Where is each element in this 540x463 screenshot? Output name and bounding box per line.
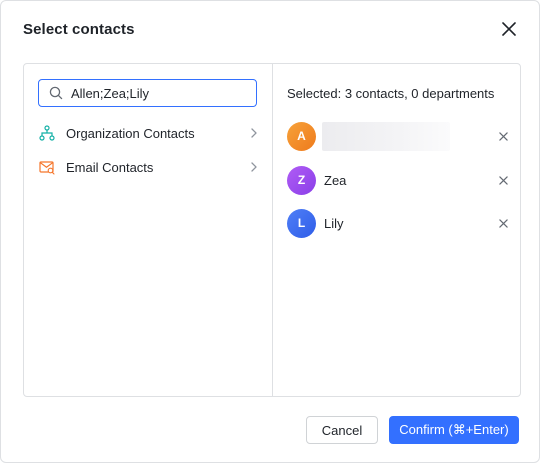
contacts-panel: Organization Contacts Email Cont bbox=[23, 63, 521, 397]
selected-summary: Selected: 3 contacts, 0 departments bbox=[287, 86, 495, 101]
redacted-contact-name bbox=[322, 121, 450, 151]
contact-name: Lily bbox=[324, 215, 344, 231]
remove-contact-button[interactable] bbox=[497, 130, 509, 142]
cancel-button[interactable]: Cancel bbox=[306, 416, 378, 444]
close-icon bbox=[498, 175, 508, 185]
remove-contact-button[interactable] bbox=[497, 217, 509, 229]
chevron-right-icon bbox=[249, 161, 259, 173]
email-contact-icon bbox=[38, 158, 56, 176]
nav-item-label: Email Contacts bbox=[66, 159, 154, 175]
close-icon bbox=[498, 131, 508, 141]
nav-item-organization-contacts[interactable]: Organization Contacts bbox=[38, 121, 259, 145]
avatar: Z bbox=[287, 165, 316, 195]
confirm-button[interactable]: Confirm (⌘+Enter) bbox=[389, 416, 519, 444]
search-icon bbox=[49, 86, 63, 100]
select-contacts-dialog: Select contacts Allen;Zea;Lily Organizat… bbox=[0, 0, 540, 463]
selected-contact-item: A bbox=[287, 121, 509, 151]
contact-name: Zea bbox=[324, 172, 347, 188]
close-icon bbox=[502, 22, 516, 36]
avatar: A bbox=[287, 121, 316, 151]
nav-item-email-contacts[interactable]: Email Contacts bbox=[38, 155, 259, 179]
dialog-title: Select contacts bbox=[23, 21, 135, 38]
close-button[interactable] bbox=[497, 17, 521, 41]
contact-sources-column: Organization Contacts Email Cont bbox=[24, 64, 273, 396]
selected-contact-item: Z Zea bbox=[287, 165, 509, 195]
search-box[interactable] bbox=[38, 79, 257, 107]
selected-contact-item: L Lily bbox=[287, 208, 509, 238]
close-icon bbox=[498, 218, 508, 228]
nav-item-label: Organization Contacts bbox=[66, 125, 195, 141]
org-tree-icon bbox=[38, 124, 56, 142]
selected-contacts-column: Selected: 3 contacts, 0 departments A Z … bbox=[273, 64, 520, 396]
search-input[interactable] bbox=[71, 85, 241, 101]
remove-contact-button[interactable] bbox=[497, 174, 509, 186]
avatar: L bbox=[287, 208, 316, 238]
chevron-right-icon bbox=[249, 127, 259, 139]
